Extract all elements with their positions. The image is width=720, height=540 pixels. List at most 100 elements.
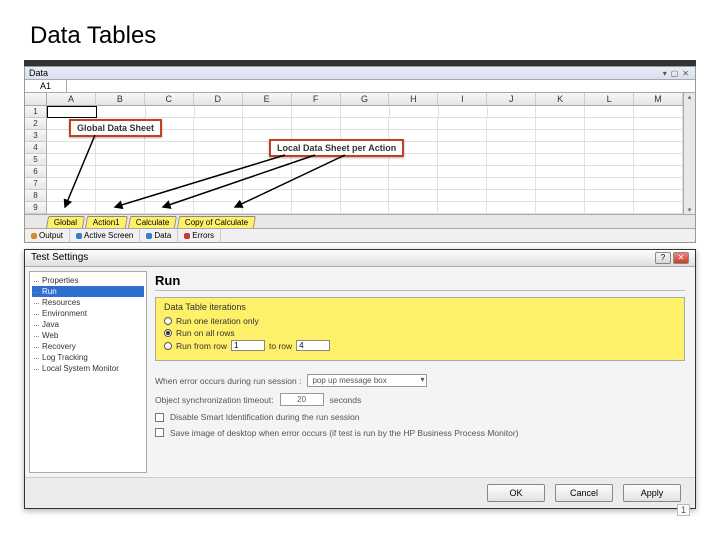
cell[interactable] [341, 166, 390, 178]
cell[interactable] [487, 178, 536, 190]
sync-timeout-input[interactable]: 20 [280, 393, 324, 406]
cell[interactable] [341, 178, 390, 190]
cell[interactable] [194, 190, 243, 202]
cell[interactable] [438, 154, 487, 166]
cell[interactable] [145, 202, 194, 214]
data-grid[interactable]: A B C D E F G H I J K L M 123456789 [25, 93, 683, 214]
cell[interactable] [194, 142, 243, 154]
cell[interactable] [438, 118, 487, 130]
col-head[interactable]: E [243, 93, 292, 105]
cancel-button[interactable]: Cancel [555, 484, 613, 502]
cell[interactable] [47, 190, 96, 202]
cell[interactable] [145, 154, 194, 166]
sheet-tab[interactable]: Calculate [128, 216, 177, 228]
radio-row-range[interactable] [164, 342, 172, 350]
cell[interactable] [292, 166, 341, 178]
cell[interactable] [341, 190, 390, 202]
panel-window-controls[interactable]: ▾▢✕ [661, 68, 691, 78]
cell[interactable] [536, 178, 585, 190]
formula-bar[interactable] [67, 80, 695, 92]
tree-item-properties[interactable]: Properties [32, 275, 144, 286]
sheet-tab[interactable]: Action1 [85, 216, 128, 228]
table-row[interactable]: 8 [25, 190, 683, 202]
cell[interactable] [145, 178, 194, 190]
cell[interactable] [438, 130, 487, 142]
tree-item-local-system-monitor[interactable]: Local System Monitor [32, 363, 144, 374]
cell[interactable] [243, 106, 292, 118]
col-head[interactable]: B [96, 93, 145, 105]
cell[interactable] [634, 202, 683, 214]
close-icon[interactable]: ✕ [673, 252, 689, 264]
cell[interactable] [194, 154, 243, 166]
cell[interactable] [146, 106, 195, 118]
cell[interactable] [487, 118, 536, 130]
cell[interactable] [194, 178, 243, 190]
cell[interactable] [585, 166, 634, 178]
cell[interactable] [634, 166, 683, 178]
cell[interactable] [145, 142, 194, 154]
cell[interactable] [389, 166, 438, 178]
col-head[interactable]: A [47, 93, 96, 105]
cell[interactable] [341, 106, 390, 118]
cell[interactable] [438, 190, 487, 202]
row-head[interactable]: 8 [25, 190, 47, 202]
cell[interactable] [292, 106, 341, 118]
cell[interactable] [634, 178, 683, 190]
cell[interactable] [634, 106, 683, 118]
cell[interactable] [96, 166, 145, 178]
row-head[interactable]: 1 [25, 106, 47, 118]
pane-tab-output[interactable]: Output [25, 229, 70, 242]
cell[interactable] [96, 202, 145, 214]
table-row[interactable]: 1 [25, 106, 683, 118]
pane-tab-active-screen[interactable]: Active Screen [70, 229, 140, 242]
cell[interactable] [536, 154, 585, 166]
cell[interactable] [536, 142, 585, 154]
cell[interactable] [96, 154, 145, 166]
col-head[interactable]: D [194, 93, 243, 105]
cell[interactable] [585, 190, 634, 202]
row-head[interactable]: 6 [25, 166, 47, 178]
cell[interactable] [487, 154, 536, 166]
cell[interactable] [292, 118, 341, 130]
error-action-combo[interactable]: pop up message box [307, 374, 427, 387]
cell[interactable] [194, 202, 243, 214]
col-head[interactable]: K [536, 93, 585, 105]
checkbox-disable-smart-id[interactable] [155, 413, 164, 422]
cell[interactable] [438, 178, 487, 190]
cell[interactable] [536, 118, 585, 130]
col-head[interactable]: J [487, 93, 536, 105]
cell[interactable] [389, 118, 438, 130]
table-row[interactable]: 9 [25, 202, 683, 214]
apply-button[interactable]: Apply [623, 484, 681, 502]
cell[interactable] [243, 118, 292, 130]
radio-all-rows[interactable] [164, 329, 172, 337]
checkbox-save-desktop-image[interactable] [155, 428, 164, 437]
row-head[interactable]: 3 [25, 130, 47, 142]
cell[interactable] [634, 142, 683, 154]
sheet-tab[interactable]: Global [46, 216, 85, 228]
cell[interactable] [536, 190, 585, 202]
tree-item-resources[interactable]: Resources [32, 297, 144, 308]
cell[interactable] [243, 166, 292, 178]
cell[interactable] [47, 142, 96, 154]
cell[interactable] [96, 178, 145, 190]
row-head[interactable]: 2 [25, 118, 47, 130]
cell-reference-box[interactable]: A1 [25, 80, 67, 92]
cell[interactable] [585, 118, 634, 130]
cell[interactable] [194, 130, 243, 142]
tree-item-web[interactable]: Web [32, 330, 144, 341]
row-head[interactable]: 9 [25, 202, 47, 214]
col-head[interactable]: L [585, 93, 634, 105]
cell[interactable] [439, 106, 488, 118]
row-head[interactable]: 4 [25, 142, 47, 154]
cell[interactable] [487, 190, 536, 202]
cell[interactable] [47, 178, 96, 190]
cell[interactable] [96, 142, 145, 154]
cell[interactable] [194, 166, 243, 178]
sheet-tab[interactable]: Copy of Calculate [177, 216, 256, 228]
table-row[interactable]: 7 [25, 178, 683, 190]
cell[interactable] [243, 178, 292, 190]
col-head[interactable]: I [438, 93, 487, 105]
scroll-up-icon[interactable]: ▴ [688, 93, 692, 101]
cell[interactable] [145, 190, 194, 202]
